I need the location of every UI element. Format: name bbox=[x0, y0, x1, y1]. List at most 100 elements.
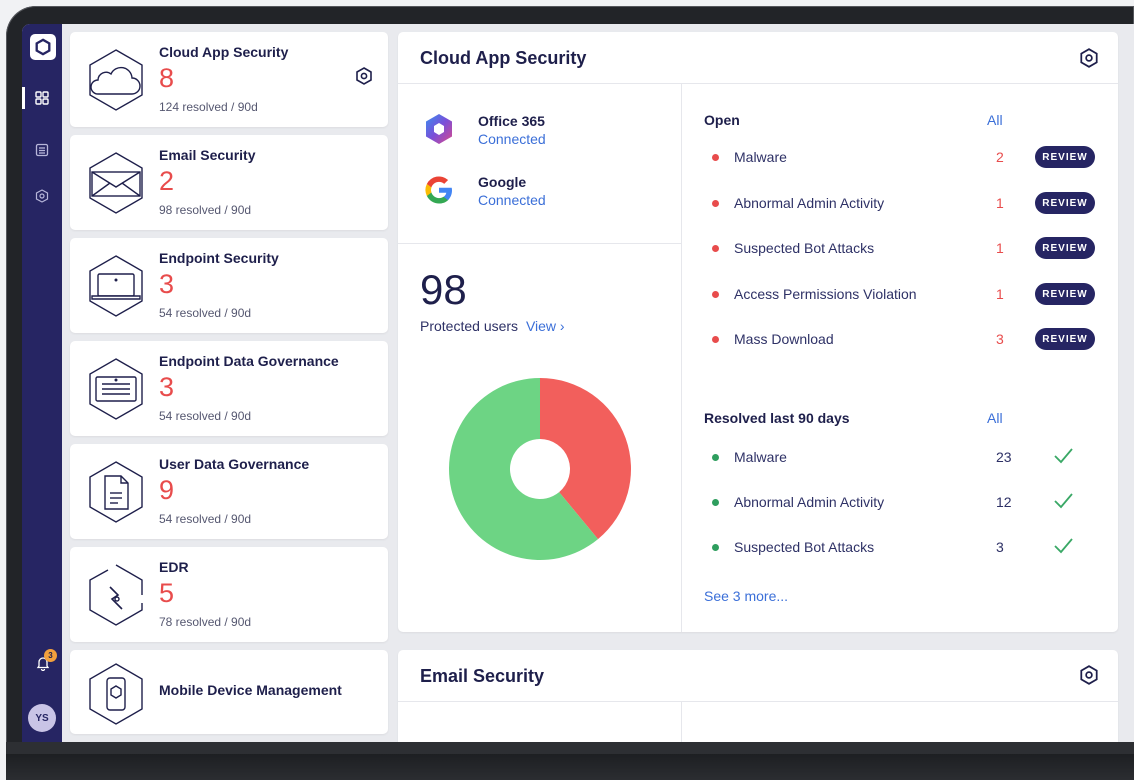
status-dot bbox=[712, 154, 719, 161]
list-icon[interactable] bbox=[22, 139, 62, 161]
module-title: Endpoint Security bbox=[159, 250, 279, 266]
integration-status: Connected bbox=[478, 131, 546, 147]
module-card-mobile-device-management[interactable]: Mobile Device Management bbox=[70, 650, 388, 734]
hexagon-settings-icon[interactable] bbox=[1078, 664, 1100, 686]
open-alert-row[interactable]: Abnormal Admin Activity 1 REVIEW bbox=[704, 192, 1098, 216]
left-navigation-rail: 3 YS bbox=[22, 24, 62, 742]
protected-users-label: Protected users View › bbox=[420, 318, 565, 334]
protected-users-text: Protected users bbox=[420, 318, 519, 334]
view-users-link[interactable]: View › bbox=[526, 318, 565, 334]
module-card-user-data-governance[interactable]: User Data Governance 9 54 resolved / 90d bbox=[70, 444, 388, 539]
review-button[interactable]: REVIEW bbox=[1035, 328, 1095, 350]
see-more-link[interactable]: See 3 more... bbox=[704, 588, 788, 604]
resolved-alert-row[interactable]: Suspected Bot Attacks 3 bbox=[704, 536, 1098, 560]
column-divider bbox=[681, 84, 682, 632]
hexagon-logo-icon[interactable] bbox=[30, 34, 56, 60]
resolved-heading: Resolved last 90 days bbox=[704, 410, 850, 426]
alert-count: 1 bbox=[996, 286, 1004, 302]
mobile-hexagon-icon bbox=[89, 663, 143, 725]
notification-badge: 3 bbox=[44, 649, 57, 662]
alert-count: 1 bbox=[996, 195, 1004, 211]
file-hexagon-icon bbox=[89, 461, 143, 523]
alert-label: Suspected Bot Attacks bbox=[734, 240, 875, 256]
column-divider bbox=[681, 702, 682, 742]
status-dot bbox=[712, 291, 719, 298]
user-avatar[interactable]: YS bbox=[28, 704, 56, 732]
open-alert-row[interactable]: Suspected Bot Attacks 1 REVIEW bbox=[704, 237, 1098, 261]
module-card-cloud-app-security[interactable]: Cloud App Security 8 124 resolved / 90d bbox=[70, 32, 388, 127]
google-icon bbox=[425, 176, 452, 204]
module-resolved-text: 54 resolved / 90d bbox=[159, 409, 252, 423]
module-open-count: 3 bbox=[159, 372, 175, 402]
status-dot bbox=[712, 200, 719, 207]
module-title: Mobile Device Management bbox=[159, 682, 342, 698]
alert-count: 1 bbox=[996, 240, 1004, 256]
open-alert-row[interactable]: Malware 2 REVIEW bbox=[704, 146, 1098, 170]
broken-hexagon-icon bbox=[89, 564, 143, 626]
review-button[interactable]: REVIEW bbox=[1035, 146, 1095, 168]
resolved-alert-row[interactable]: Abnormal Admin Activity 12 bbox=[704, 491, 1098, 515]
alert-label: Malware bbox=[734, 149, 787, 165]
dashboard-grid-icon[interactable] bbox=[22, 87, 62, 109]
alert-count: 23 bbox=[996, 449, 1012, 465]
app-screen: 3 YS Cloud App Security 8 124 resolved /… bbox=[22, 24, 1134, 742]
module-resolved-text: 78 resolved / 90d bbox=[159, 615, 252, 629]
resolved-alert-row[interactable]: Malware 23 bbox=[704, 446, 1098, 470]
module-card-edr[interactable]: EDR 5 78 resolved / 90d bbox=[70, 547, 388, 642]
hexagon-target-icon[interactable] bbox=[22, 185, 62, 207]
checkmark-icon bbox=[1054, 538, 1073, 554]
open-alert-row[interactable]: Access Permissions Violation 1 REVIEW bbox=[704, 283, 1098, 307]
resolved-all-link[interactable]: All bbox=[987, 410, 1003, 426]
open-alert-row[interactable]: Mass Download 3 REVIEW bbox=[704, 328, 1098, 352]
module-open-count: 5 bbox=[159, 578, 175, 608]
module-card-email-security[interactable]: Email Security 2 98 resolved / 90d bbox=[70, 135, 388, 230]
device-bezel bbox=[6, 742, 1134, 780]
module-open-count: 8 bbox=[159, 63, 175, 93]
alert-label: Suspected Bot Attacks bbox=[734, 539, 875, 555]
panel-title: Email Security bbox=[420, 666, 545, 686]
alert-label: Malware bbox=[734, 449, 787, 465]
module-card-endpoint-data-governance[interactable]: Endpoint Data Governance 3 54 resolved /… bbox=[70, 341, 388, 436]
module-title: Email Security bbox=[159, 147, 256, 163]
protected-users-count: 98 bbox=[420, 266, 467, 313]
panel-header: Cloud App Security bbox=[398, 32, 1118, 84]
alert-label: Abnormal Admin Activity bbox=[734, 494, 885, 510]
laptop-hexagon-icon bbox=[89, 255, 143, 317]
integration-office-365[interactable]: Office 365 Connected bbox=[422, 112, 546, 148]
checkmark-icon bbox=[1054, 448, 1073, 464]
review-button[interactable]: REVIEW bbox=[1035, 237, 1095, 259]
integration-google[interactable]: Google Connected bbox=[422, 173, 546, 209]
open-all-link[interactable]: All bbox=[987, 112, 1003, 128]
section-divider bbox=[398, 243, 681, 244]
notifications-button[interactable]: 3 bbox=[32, 649, 57, 674]
module-title: User Data Governance bbox=[159, 456, 310, 472]
review-button[interactable]: REVIEW bbox=[1035, 283, 1095, 305]
alert-count: 2 bbox=[996, 149, 1004, 165]
module-open-count: 3 bbox=[159, 269, 175, 299]
module-title: EDR bbox=[159, 559, 189, 575]
office-365-icon bbox=[426, 114, 452, 144]
review-button[interactable]: REVIEW bbox=[1035, 192, 1095, 214]
email-security-panel: Email Security bbox=[398, 650, 1118, 742]
hexagon-settings-icon[interactable] bbox=[354, 66, 374, 86]
status-dot bbox=[712, 245, 719, 252]
open-alerts-heading: Open bbox=[704, 112, 740, 128]
alert-label: Mass Download bbox=[734, 331, 834, 347]
module-resolved-text: 98 resolved / 90d bbox=[159, 203, 252, 217]
module-title: Cloud App Security bbox=[159, 44, 289, 60]
module-card-endpoint-security[interactable]: Endpoint Security 3 54 resolved / 90d bbox=[70, 238, 388, 333]
module-title: Endpoint Data Governance bbox=[159, 353, 339, 369]
alert-count: 3 bbox=[996, 539, 1004, 555]
module-open-count: 9 bbox=[159, 475, 175, 505]
status-dot bbox=[712, 336, 719, 343]
cloud-app-security-panel: Cloud App Security Office 365 Connected bbox=[398, 32, 1118, 632]
status-dot bbox=[712, 454, 719, 461]
cloud-hexagon-icon bbox=[89, 49, 143, 111]
status-dot bbox=[712, 499, 719, 506]
envelope-hexagon-icon bbox=[89, 152, 143, 214]
integration-name: Google bbox=[478, 174, 527, 190]
hexagon-settings-icon[interactable] bbox=[1078, 47, 1100, 69]
module-resolved-text: 124 resolved / 90d bbox=[159, 100, 258, 114]
protected-users-donut-chart bbox=[449, 378, 631, 560]
panel-header: Email Security bbox=[398, 650, 1118, 702]
